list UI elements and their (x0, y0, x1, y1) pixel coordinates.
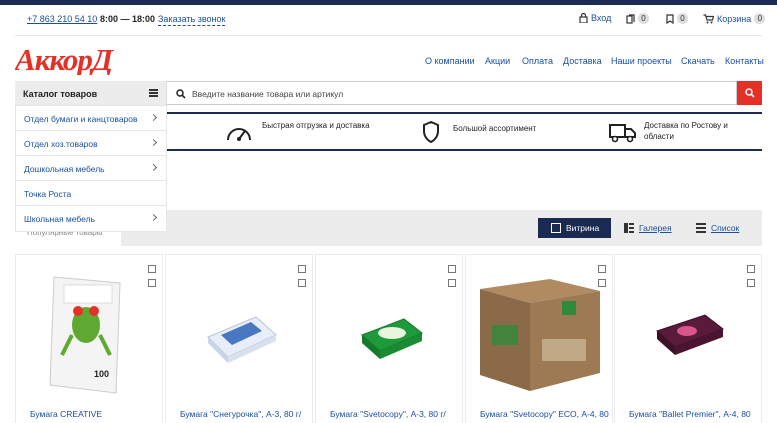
nav-download[interactable]: Скачать (681, 56, 715, 66)
feature-rostov-delivery: Доставка по Ростову и области (644, 121, 728, 141)
logo[interactable]: АккорД (15, 43, 140, 75)
grid-icon (551, 223, 561, 233)
catalog-item-paper[interactable]: Отдел бумаги и канцтоваров (16, 106, 166, 131)
product-image (207, 316, 277, 363)
bookmark-icon[interactable] (448, 279, 456, 287)
feature-assortment: Большой ассортимент (453, 124, 537, 133)
view-showcase-button[interactable]: Витрина (538, 218, 611, 238)
catalog-item-label: Точка Роста (24, 189, 72, 199)
product-image (361, 318, 423, 359)
search-icon (745, 88, 755, 98)
callback-link[interactable]: Заказать звонок (158, 14, 226, 26)
product-image: 100 (49, 276, 121, 394)
product-card[interactable]: 100 Бумага CREATIVE (15, 254, 163, 423)
shield-icon (423, 121, 439, 143)
chevron-right-icon (149, 113, 158, 122)
catalog-toggle[interactable]: Каталог товаров (15, 81, 167, 105)
product-image (656, 314, 725, 355)
product-title[interactable]: Бумага "Ballet Premier", А-4, 80 (629, 409, 759, 419)
product-title[interactable]: Бумага "Svetocopy" ECO, А-4, 80 (480, 409, 610, 419)
phone-link[interactable]: +7 863 210 54 10 (27, 14, 97, 24)
list-icon (696, 223, 706, 233)
logo-text: АккорД (15, 43, 115, 75)
speedometer-icon (227, 128, 251, 141)
menu-icon (149, 89, 158, 97)
product-grid: 100 Бумага CREATIVE Бумага "Снегурочка",… (15, 254, 762, 423)
compare-icon[interactable] (148, 265, 156, 273)
view-showcase-label: Витрина (566, 223, 600, 233)
search-input[interactable]: Введите название товара или артикул (167, 81, 737, 105)
catalog-item-growth-point[interactable]: Точка Роста (16, 181, 166, 206)
feature-fast-delivery: Быстрая отгрузка и доставка (262, 121, 370, 130)
catalog-title: Каталог товаров (23, 89, 98, 99)
working-hours: 8:00 — 18:00 (100, 14, 156, 24)
chevron-right-icon (149, 213, 158, 222)
lock-icon (579, 13, 588, 23)
header-divider (15, 35, 762, 36)
view-gallery-button[interactable]: Галерея (624, 218, 672, 238)
svg-text:100: 100 (94, 369, 109, 379)
search-button[interactable] (737, 81, 762, 105)
catalog-item-school[interactable]: Школьная мебель (16, 206, 166, 231)
search-icon (176, 89, 186, 99)
catalog-menu: Отдел бумаги и канцтоваров Отдел хоз.тов… (15, 105, 167, 232)
login-label: Вход (591, 13, 612, 23)
nav-projects[interactable]: Наши проекты (611, 56, 672, 66)
favorites-count: 0 (677, 13, 688, 24)
product-image (480, 279, 600, 391)
view-list-button[interactable]: Список (696, 218, 739, 238)
cart-label: Корзина (717, 13, 752, 24)
gallery-icon (624, 223, 634, 233)
nav-about[interactable]: О компании (425, 56, 475, 66)
product-title[interactable]: Бумага "Снегурочка", А-3, 80 г/ (180, 409, 310, 419)
view-gallery-label: Галерея (639, 223, 672, 233)
nav-payment[interactable]: Оплата (522, 56, 553, 66)
cart-icon (703, 13, 714, 23)
chevron-right-icon (149, 163, 158, 172)
product-card[interactable]: Бумага "Svetocopy" ECO, А-4, 80 (465, 254, 613, 423)
compare-link[interactable]: 0 (626, 13, 649, 24)
catalog-item-label: Отдел бумаги и канцтоваров (24, 114, 138, 124)
top-bar: +7 863 210 54 10 8:00 — 18:00 Заказать з… (0, 5, 777, 35)
bookmark-icon[interactable] (747, 279, 755, 287)
favorites-link[interactable]: 0 (666, 13, 688, 24)
bookmark-icon (666, 13, 674, 24)
compare-icon[interactable] (598, 265, 606, 273)
product-card[interactable]: Бумага "Svetocopy", А-3, 80 г/ (315, 254, 463, 423)
product-card[interactable]: Бумага "Снегурочка", А-3, 80 г/ (165, 254, 313, 423)
cart-link[interactable]: Корзина 0 (703, 13, 766, 24)
chevron-right-icon (149, 138, 158, 147)
login-link[interactable]: Вход (579, 13, 611, 23)
bookmark-icon[interactable] (598, 279, 606, 287)
truck-icon (609, 124, 636, 143)
compare-icon[interactable] (448, 265, 456, 273)
nav-delivery[interactable]: Доставка (563, 56, 602, 66)
features-bar: Быстрая отгрузка и доставка Большой ассо… (167, 112, 762, 151)
bookmark-icon[interactable] (148, 279, 156, 287)
catalog-item-label: Школьная мебель (24, 214, 96, 224)
compare-icon[interactable] (747, 265, 755, 273)
catalog-item-household[interactable]: Отдел хоз.товаров (16, 131, 166, 156)
catalog-item-preschool[interactable]: Дошкольная мебель (16, 156, 166, 181)
cart-count: 0 (754, 13, 766, 24)
compare-icon (626, 13, 635, 24)
catalog-item-label: Дошкольная мебель (24, 164, 105, 174)
nav-promotions[interactable]: Акции (485, 56, 510, 66)
catalog-item-label: Отдел хоз.товаров (24, 139, 98, 149)
product-title[interactable]: Бумага CREATIVE (30, 409, 160, 419)
search-placeholder: Введите название товара или артикул (192, 89, 344, 99)
compare-icon[interactable] (298, 265, 306, 273)
product-title[interactable]: Бумага "Svetocopy", А-3, 80 г/ (330, 409, 460, 419)
compare-count: 0 (638, 13, 649, 24)
nav-contacts[interactable]: Контакты (725, 56, 764, 66)
product-card[interactable]: Бумага "Ballet Premier", А-4, 80 (614, 254, 762, 423)
view-list-label: Список (711, 223, 740, 233)
bookmark-icon[interactable] (298, 279, 306, 287)
